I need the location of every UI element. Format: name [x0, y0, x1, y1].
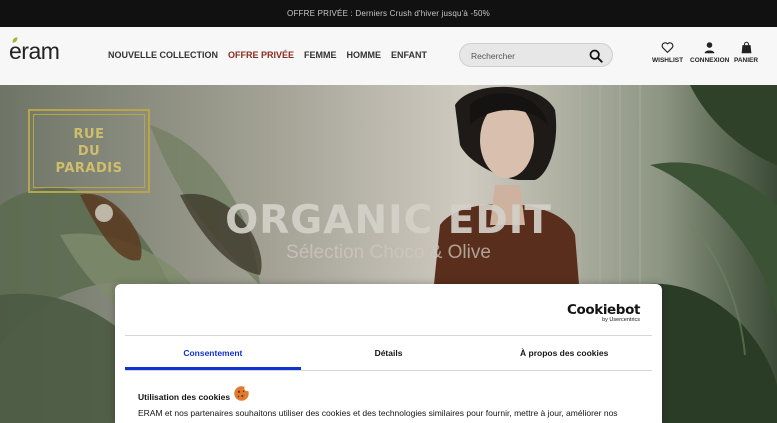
wishlist-label: WISHLIST	[652, 57, 684, 64]
bag-icon	[741, 41, 751, 54]
rue-du-paradis-badge: RUE DU PARADIS	[28, 109, 150, 193]
cookie-description: ERAM et nos partenaires souhaitons utili…	[138, 408, 618, 418]
promo-bar[interactable]: OFFRE PRIVÉE : Derniers Crush d'hiver ju…	[0, 0, 777, 27]
tab-details[interactable]: Détails	[301, 336, 477, 370]
search-box[interactable]	[459, 43, 613, 67]
panier-button[interactable]: PANIER	[734, 41, 758, 64]
nav-femme[interactable]: FEMME	[304, 50, 337, 60]
heart-icon	[661, 42, 674, 53]
eram-logo[interactable]: eram	[9, 38, 60, 65]
panier-label: PANIER	[734, 57, 759, 64]
search-icon[interactable]	[589, 49, 603, 63]
promo-text[interactable]: OFFRE PRIVÉE : Derniers Crush d'hiver ju…	[287, 9, 490, 18]
nav-enfant[interactable]: ENFANT	[391, 50, 427, 60]
connexion-label: CONNEXION	[690, 57, 730, 64]
hero-subtitle: Sélection Choco & Olive	[286, 242, 491, 263]
connexion-button[interactable]: CONNEXION	[690, 41, 729, 64]
nav-nouvelle-collection[interactable]: NOUVELLE COLLECTION	[108, 50, 218, 60]
user-icon	[704, 42, 715, 54]
tab-a-propos[interactable]: À propos des cookies	[476, 336, 652, 370]
cookiebot-logo[interactable]: Cookiebot by Usercentrics	[567, 302, 640, 323]
tab-consentement[interactable]: Consentement	[125, 336, 301, 370]
cookie-tabs: Consentement Détails À propos des cookie…	[125, 336, 652, 370]
hero-title: ORGANIC EDIT	[225, 198, 552, 243]
tabs-divider	[125, 370, 652, 371]
cookie-icon	[234, 385, 250, 401]
main-nav: NOUVELLE COLLECTION OFFRE PRIVÉE FEMME H…	[108, 50, 427, 60]
site-header: eram NOUVELLE COLLECTION OFFRE PRIVÉE FE…	[0, 27, 777, 86]
badge-inner-border	[33, 114, 145, 188]
wishlist-button[interactable]: WISHLIST	[652, 41, 683, 64]
cookie-consent-dialog: Cookiebot by Usercentrics Consentement D…	[115, 284, 662, 423]
cookie-section-title: Utilisation des cookies	[138, 392, 231, 402]
search-input[interactable]	[469, 48, 588, 64]
nav-homme[interactable]: HOMME	[347, 50, 382, 60]
cookiebot-brand: Cookiebot	[566, 302, 640, 318]
nav-offre-privee[interactable]: OFFRE PRIVÉE	[228, 50, 294, 60]
